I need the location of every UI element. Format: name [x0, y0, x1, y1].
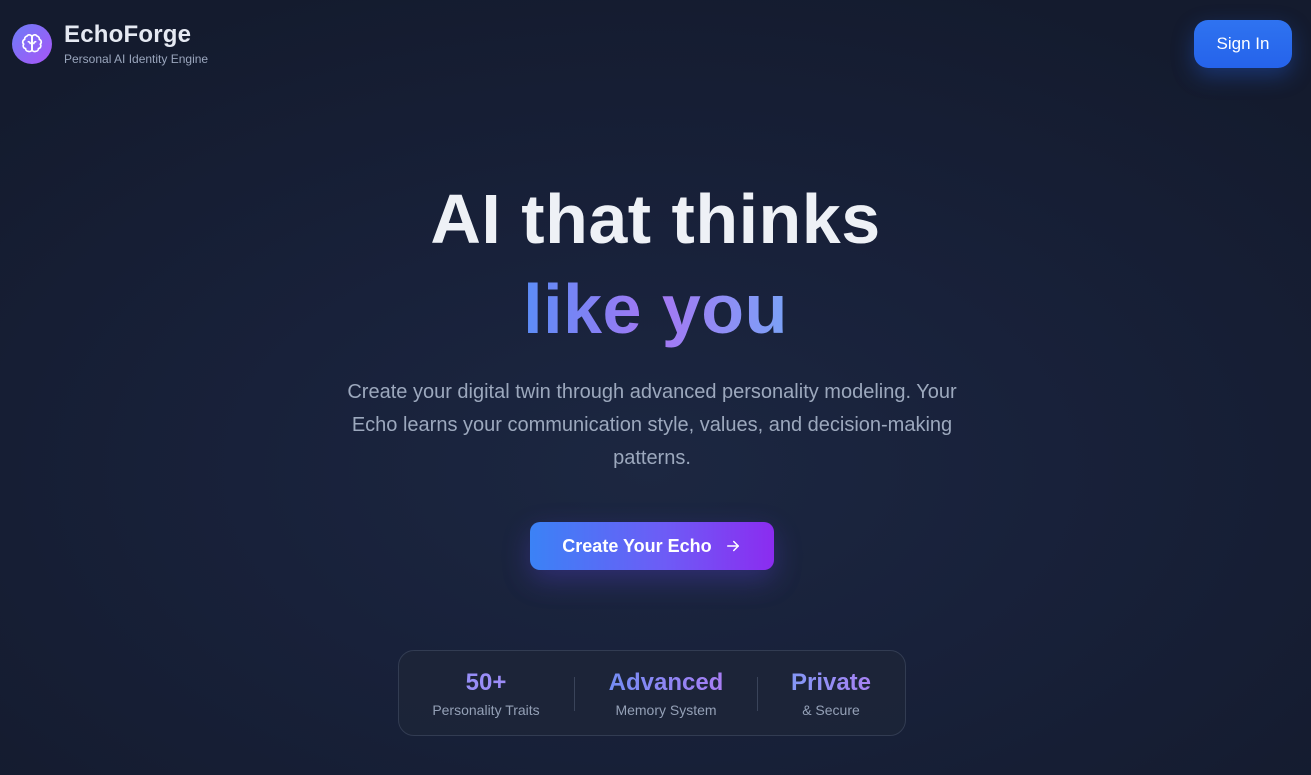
hero-subtitle: Create your digital twin through advance… — [347, 381, 957, 469]
top-header: EchoForge Personal AI Identity Engine Si… — [0, 0, 1311, 88]
stat-divider — [757, 677, 758, 711]
stat-label: Personality Traits — [432, 702, 540, 718]
brand-tagline: Personal AI Identity Engine — [64, 52, 209, 66]
arrow-right-icon — [724, 537, 742, 555]
brand-text: EchoForge Personal AI Identity Engine — [64, 21, 208, 66]
hero-title-line1: AI that thinks — [430, 180, 881, 258]
stats-panel: 50+ Personality Traits Advanced Memory S… — [398, 650, 906, 736]
brand-name: EchoForge — [64, 21, 192, 48]
stat-divider — [574, 677, 575, 711]
stat-value: 50+ — [415, 669, 557, 697]
stat-memory-system: Advanced Memory System — [591, 651, 741, 737]
create-echo-button[interactable]: Create Your Echo — [530, 522, 774, 570]
stat-private-secure: Private & Secure — [771, 651, 891, 737]
brain-icon — [12, 23, 52, 64]
hero-title-line2: like you — [0, 268, 1311, 350]
brand-logo[interactable]: EchoForge Personal AI Identity Engine — [12, 21, 208, 66]
stat-personality-traits: 50+ Personality Traits — [415, 651, 557, 737]
hero-title-highlight: like you — [523, 270, 788, 348]
stat-value: Private — [771, 669, 891, 697]
stat-value: Advanced — [591, 669, 741, 697]
create-echo-label: Create Your Echo — [562, 535, 712, 556]
stat-label: & Secure — [802, 702, 860, 718]
stat-label: Memory System — [615, 702, 717, 718]
sign-in-button[interactable]: Sign In — [1194, 20, 1292, 68]
